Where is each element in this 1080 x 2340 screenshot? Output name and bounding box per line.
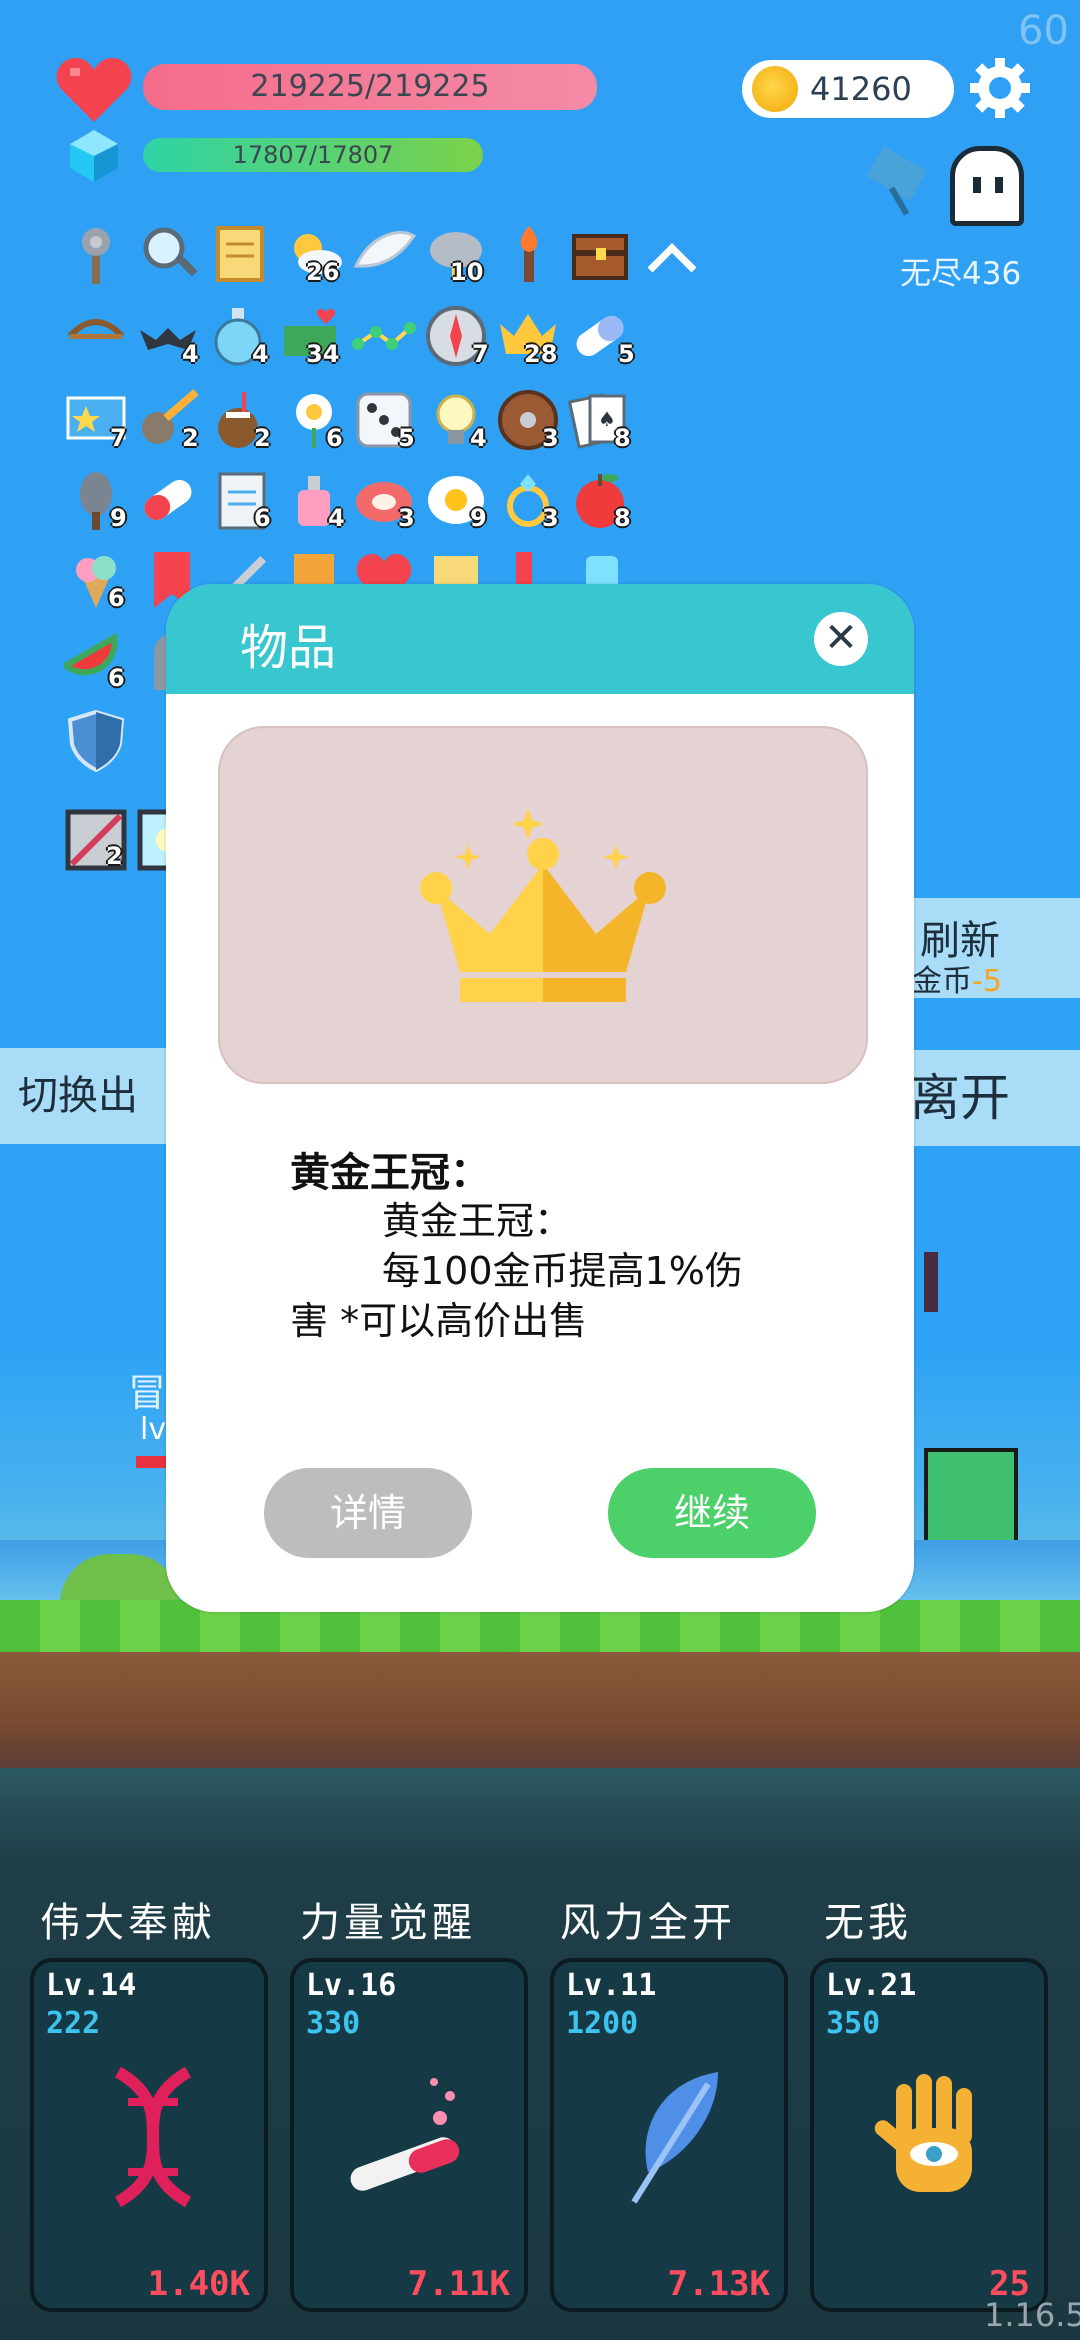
endless-stage-label: 无尽436 bbox=[900, 256, 1022, 292]
item-count: 26 bbox=[306, 258, 340, 286]
continue-button[interactable]: 继续 bbox=[608, 1468, 816, 1558]
desc-line: 黄金王冠： bbox=[382, 1199, 573, 1243]
fps-counter: 60 bbox=[1018, 8, 1069, 54]
potion-tube-icon bbox=[350, 2078, 460, 2191]
dirt-strip bbox=[0, 1652, 1080, 1768]
dialog-title: 物品 bbox=[240, 620, 337, 676]
skill-name: 伟大奉献 bbox=[40, 1900, 216, 1946]
item-count: 5 bbox=[618, 340, 635, 368]
item-count: 3 bbox=[542, 424, 559, 452]
item-count: 8 bbox=[614, 504, 631, 532]
item-count: 8 bbox=[614, 424, 631, 452]
item-count: 9 bbox=[110, 504, 127, 532]
red-capsule-icon[interactable] bbox=[136, 468, 200, 532]
skill-level: Lv.21 bbox=[826, 1968, 917, 2003]
item-count: 34 bbox=[306, 340, 340, 368]
hand-eye-icon bbox=[874, 2074, 972, 2192]
torch-icon[interactable] bbox=[496, 222, 560, 286]
version-label: 1.16.5 bbox=[984, 2296, 1080, 2334]
hp-bar: 219225/219225 bbox=[143, 64, 597, 110]
skill-name: 无我 bbox=[824, 1900, 912, 1946]
chain-nodes-icon[interactable] bbox=[352, 304, 416, 368]
details-button[interactable]: 详情 bbox=[264, 1468, 472, 1558]
skill-card[interactable]: Lv.16 330 7.11K bbox=[290, 1958, 528, 2312]
item-count: 7 bbox=[110, 424, 127, 452]
item-count: 4 bbox=[328, 504, 345, 532]
skill-cost: 350 bbox=[826, 2006, 881, 2041]
wing-icon[interactable] bbox=[352, 222, 416, 286]
item-count: 4 bbox=[252, 340, 269, 368]
heart-icon bbox=[56, 58, 132, 122]
item-count: 10 bbox=[450, 258, 484, 286]
golden-crown-icon bbox=[420, 808, 666, 1002]
switch-button[interactable]: 切换出 bbox=[0, 1048, 190, 1144]
shield-icon[interactable] bbox=[64, 708, 128, 772]
item-count: 2 bbox=[254, 424, 271, 452]
close-button[interactable]: ✕ bbox=[814, 612, 868, 666]
hero-name-label: 冒 bbox=[128, 1371, 167, 1415]
enemy-antenna bbox=[924, 1252, 938, 1312]
skill-name: 力量觉醒 bbox=[300, 1900, 476, 1946]
skill-cost: 222 bbox=[46, 2006, 101, 2041]
scroll-icon[interactable] bbox=[208, 222, 272, 286]
item-count: 2 bbox=[182, 424, 199, 452]
item-count: 2 bbox=[106, 842, 123, 870]
skill-level: Lv.16 bbox=[306, 1968, 397, 2003]
item-count: 4 bbox=[182, 340, 199, 368]
skill-cost: 330 bbox=[306, 2006, 361, 2041]
item-dialog: 物品 ✕ 黄金王冠： 黄金王冠： 每100金币提高1%伤 害 *可以高价出售 详… bbox=[166, 584, 914, 1612]
settings-gear-icon[interactable] bbox=[968, 56, 1032, 120]
item-count: 28 bbox=[524, 340, 558, 368]
skill-name: 风力全开 bbox=[560, 1900, 736, 1946]
magnifier-icon[interactable] bbox=[138, 222, 202, 286]
skill-value: 7.13K bbox=[667, 2264, 770, 2304]
item-count: 6 bbox=[254, 504, 271, 532]
skill-level: Lv.11 bbox=[566, 1968, 657, 2003]
skill-level: Lv.14 bbox=[46, 1968, 137, 2003]
item-description: 黄金王冠： 每100金币提高1%伤 害 *可以高价出售 bbox=[290, 1196, 810, 1346]
item-count: 3 bbox=[398, 504, 415, 532]
coin-icon bbox=[752, 66, 798, 112]
skill-card[interactable]: Lv.14 222 1.40K bbox=[30, 1958, 268, 2312]
item-preview bbox=[218, 726, 868, 1084]
skill-card[interactable]: Lv.21 350 25 bbox=[810, 1958, 1048, 2312]
collapse-chevron-icon[interactable] bbox=[640, 228, 704, 292]
skill-card[interactable]: Lv.11 1200 7.13K bbox=[550, 1958, 788, 2312]
item-name: 黄金王冠： bbox=[290, 1150, 490, 1196]
skill-cost: 1200 bbox=[566, 2006, 639, 2041]
treasure-chest-icon[interactable] bbox=[568, 222, 632, 286]
desc-line: 每100金币提高1%伤 bbox=[382, 1249, 743, 1293]
game-screen: 60 219225/219225 17807/17807 41260 无尽436 bbox=[0, 0, 1080, 2340]
refresh-cost: 金币-5 bbox=[912, 964, 1002, 999]
item-count: 5 bbox=[398, 424, 415, 452]
mana-crystal-icon bbox=[70, 130, 118, 182]
item-count: 3 bbox=[542, 504, 559, 532]
feather-icon bbox=[631, 2072, 718, 2204]
item-count: 4 bbox=[470, 424, 487, 452]
item-count: 6 bbox=[108, 584, 125, 612]
skill-value: 1.40K bbox=[147, 2264, 250, 2304]
refresh-button[interactable]: 刷新 金币-5 bbox=[896, 898, 1080, 999]
item-count: 6 bbox=[108, 664, 125, 692]
skill-value: 7.11K bbox=[407, 2264, 510, 2304]
item-count: 7 bbox=[472, 340, 489, 368]
mace-icon[interactable] bbox=[64, 222, 128, 286]
item-count: 6 bbox=[326, 424, 343, 452]
ghost-icon[interactable] bbox=[950, 146, 1024, 226]
mana-bar: 17807/17807 bbox=[143, 138, 483, 172]
flag-icon bbox=[866, 146, 928, 216]
desc-line: 害 *可以高价出售 bbox=[290, 1299, 588, 1343]
dna-icon bbox=[114, 2066, 192, 2208]
crossbow-icon[interactable] bbox=[64, 304, 128, 368]
leave-button[interactable]: 离开 bbox=[896, 1050, 1080, 1146]
hero-level-label: lv bbox=[140, 1412, 167, 1447]
item-count: 9 bbox=[470, 504, 487, 532]
